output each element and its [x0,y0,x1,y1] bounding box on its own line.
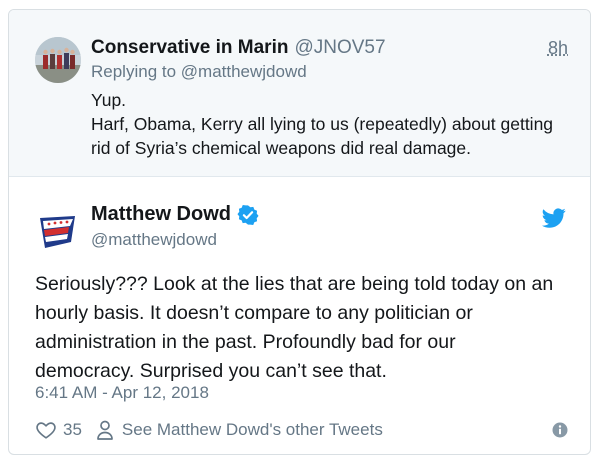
main-avatar-image [35,208,81,254]
reply-author-name[interactable]: Conservative in Marin [91,37,288,58]
main-avatar[interactable] [35,208,81,254]
embedded-tweet-card: Conservative in Marin @JNOV57 8h Replying… [8,9,591,455]
see-other-tweets-label: See Matthew Dowd's other Tweets [121,420,383,439]
info-icon[interactable] [552,422,568,438]
heart-icon [36,422,56,439]
reply-text-line: rid of Syria’s chemical weapons did real… [91,138,472,158]
twitter-bird-icon[interactable] [542,206,566,230]
reply-tweet-text: Yup. Harf, Obama, Kerry all lying to us … [91,88,571,160]
see-other-tweets-link[interactable]: See Matthew Dowd's other Tweets [96,420,383,440]
tweet-timestamp[interactable]: 6:41 AM - Apr 12, 2018 [35,383,209,403]
tweet-footer: 35 See Matthew Dowd's other Tweets [35,416,568,444]
replying-to-label[interactable]: Replying to @matthewjdowd [91,62,307,82]
like-button[interactable]: 35 [35,419,82,441]
main-text-line: administration in the past. Profoundly b… [35,331,456,353]
main-text-line: Seriously??? Look at the lies that are b… [35,273,554,295]
main-text-line: democracy. Surprised you can’t see that. [35,360,387,382]
reply-avatar[interactable] [35,37,81,83]
main-author-name[interactable]: Matthew Dowd [91,203,231,226]
like-count: 35 [63,420,82,439]
main-text-line: hourly basis. It doesn’t compare to any … [35,302,473,324]
reply-text-line: Yup. [91,90,127,110]
reply-time[interactable]: 8h [548,38,568,59]
main-tweet-text: Seriously??? Look at the lies that are b… [35,270,575,386]
reply-tweet[interactable]: Conservative in Marin @JNOV57 8h Replying… [9,10,590,177]
reply-author[interactable]: Conservative in Marin @JNOV57 [91,37,386,59]
main-author-handle[interactable]: @matthewjdowd [91,230,217,250]
reply-author-handle[interactable]: @JNOV57 [294,37,385,58]
person-icon [97,420,113,440]
reply-avatar-image [35,37,81,83]
verified-badge-icon [237,204,259,225]
reply-text-line: Harf, Obama, Kerry all lying to us (repe… [91,114,554,134]
main-author[interactable]: Matthew Dowd [91,203,259,226]
